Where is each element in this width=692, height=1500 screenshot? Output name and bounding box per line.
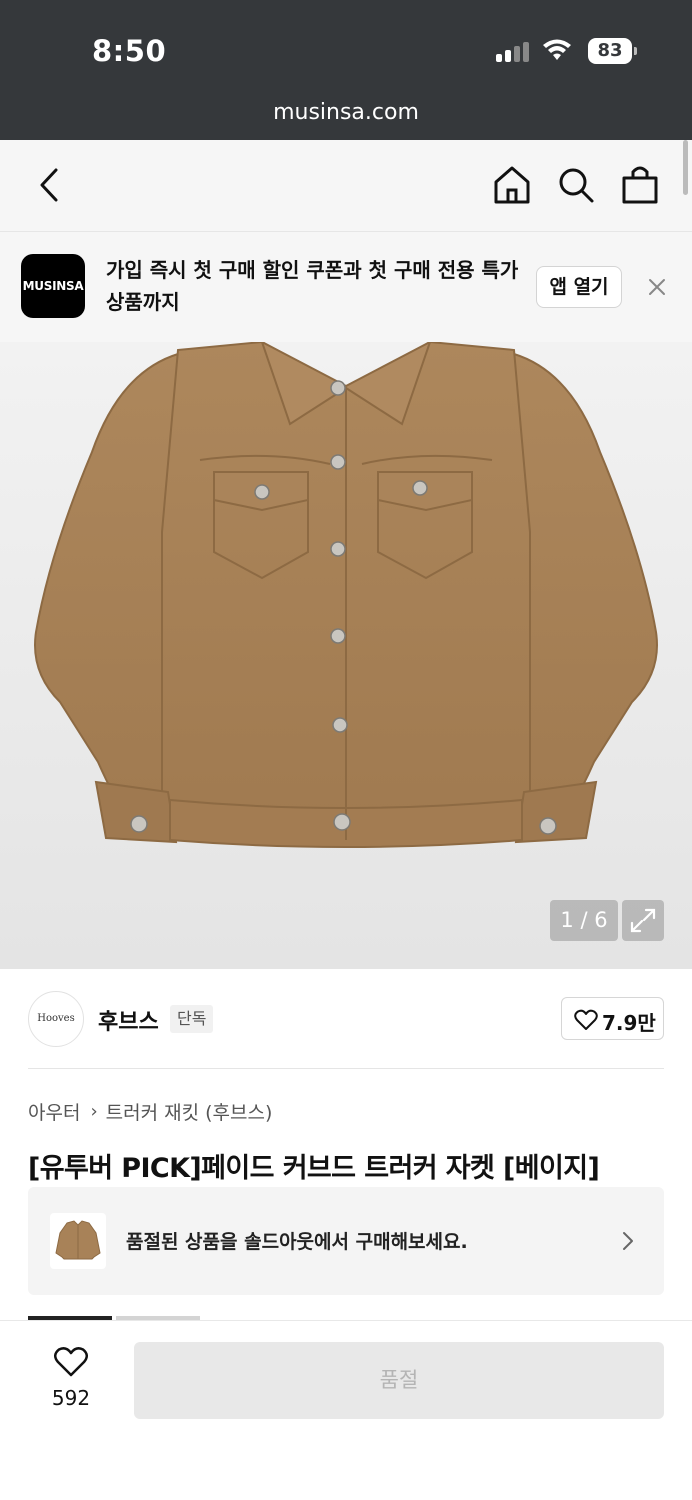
soldout-banner[interactable]: 품절된 상품을 솔드아웃에서 구매해보세요. — [28, 1187, 664, 1295]
back-icon[interactable] — [34, 162, 66, 208]
shopping-bag-icon[interactable] — [620, 162, 660, 208]
close-icon[interactable] — [642, 270, 672, 304]
image-counter: 1 / 6 — [550, 900, 618, 941]
banner-message: 가입 즉시 첫 구매 할인 쿠폰과 첫 구매 전용 특가 상품까지 — [106, 258, 519, 314]
soldout-thumbnail — [50, 1213, 106, 1269]
soldout-buy-button[interactable]: 품절 — [134, 1342, 664, 1419]
wifi-icon — [543, 39, 571, 60]
breadcrumb-subcategory[interactable]: 트러커 재킷 (후브스) — [106, 1098, 273, 1125]
cellular-signal-icon — [496, 40, 532, 62]
heart-icon — [54, 1347, 88, 1377]
search-icon[interactable] — [556, 162, 596, 208]
top-nav — [0, 140, 692, 232]
address-bar[interactable]: musinsa.com — [0, 100, 692, 125]
soldout-message: 품절된 상품을 솔드아웃에서 구매해보세요. — [126, 1231, 468, 1253]
app-install-banner: MUSINSA 가입 즉시 첫 구매 할인 쿠폰과 첫 구매 전용 특가 상품까… — [0, 232, 692, 342]
battery-indicator: 83 — [588, 38, 637, 64]
brand-like-count: 7.9만 — [602, 1011, 656, 1035]
chevron-right-icon: › — [90, 1101, 98, 1122]
jacket-thumbnail-icon — [55, 1220, 101, 1260]
page-scrollbar[interactable] — [683, 140, 688, 195]
wishlist-count: 592 — [51, 1386, 91, 1410]
open-app-button[interactable]: 앱 열기 — [536, 266, 622, 308]
expand-icon — [630, 908, 656, 933]
product-title: [유투버 PICK]페이드 커브드 트러커 자켓 [베이지] — [28, 1153, 600, 1184]
brand-logo[interactable]: Hooves — [28, 991, 84, 1047]
musinsa-logo: MUSINSA — [21, 254, 85, 318]
chevron-right-icon — [623, 1232, 633, 1250]
jacket-illustration — [34, 342, 658, 848]
exclusive-badge: 단독 — [170, 1005, 214, 1033]
expand-image-button[interactable] — [622, 900, 664, 941]
wishlist-button[interactable] — [36, 1346, 106, 1382]
clock: 8:50 — [92, 34, 167, 68]
divider — [28, 1068, 664, 1069]
product-image[interactable] — [0, 342, 692, 969]
heart-icon — [574, 1009, 598, 1030]
browser-status-bar: 8:50 83 musinsa.com — [0, 0, 692, 140]
brand-like-button[interactable]: 7.9만 — [561, 997, 664, 1040]
breadcrumb: 아우터 › 트러커 재킷 (후브스) — [28, 1098, 272, 1125]
home-icon[interactable] — [492, 162, 532, 208]
breadcrumb-category[interactable]: 아우터 — [28, 1098, 80, 1125]
brand-name[interactable]: 후브스 — [98, 1004, 159, 1036]
